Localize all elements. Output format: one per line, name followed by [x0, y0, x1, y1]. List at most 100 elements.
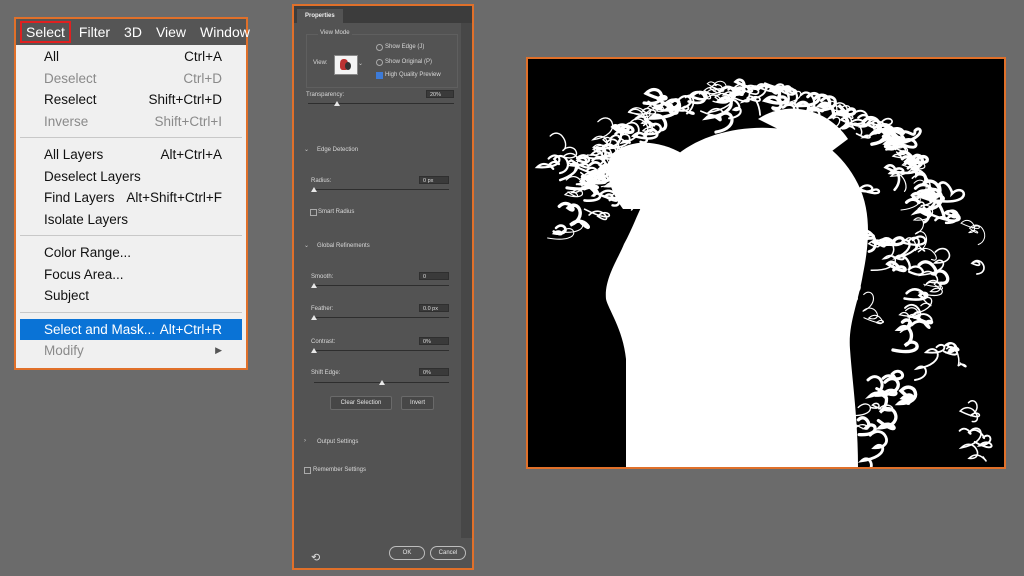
- radius-slider-track[interactable]: [314, 189, 449, 190]
- menubar-3d[interactable]: 3D: [118, 21, 148, 43]
- select-menu-dropdown: All Ctrl+A Deselect Ctrl+D Reselect Shift+Ctr…: [16, 45, 246, 362]
- feather-slider-track[interactable]: [314, 317, 449, 318]
- hair-curl: [958, 400, 981, 423]
- smooth-slider-track[interactable]: [314, 285, 449, 286]
- menu-separator: [20, 311, 242, 313]
- menu-item-isolate-layers[interactable]: Isolate Layers: [20, 209, 242, 231]
- transparency-label: Transparency:: [306, 92, 345, 98]
- menu-item-reselect[interactable]: Reselect Shift+Ctrl+D: [20, 89, 242, 111]
- transparency-slider-track[interactable]: [308, 103, 454, 104]
- output-settings-header[interactable]: Output Settings: [317, 439, 358, 445]
- feather-field[interactable]: 0.0 px: [419, 304, 449, 312]
- clear-selection-button[interactable]: Clear Selection: [330, 396, 392, 410]
- contrast-field[interactable]: 0%: [419, 337, 449, 345]
- cancel-button[interactable]: Cancel: [430, 546, 466, 560]
- global-refinements-header[interactable]: Global Refinements: [317, 243, 370, 249]
- submenu-arrow-icon: ▶: [215, 345, 222, 356]
- hair-curl: [534, 154, 569, 175]
- menu-item-all-layers[interactable]: All Layers Alt+Ctrl+A: [20, 144, 242, 166]
- smooth-slider-thumb[interactable]: [311, 283, 317, 288]
- smart-radius-checkbox[interactable]: [310, 209, 317, 216]
- remember-settings-label: Remember Settings: [313, 467, 367, 473]
- global-refinements-chevron-icon[interactable]: ⌄: [304, 242, 309, 249]
- menu-item-label: Focus Area...: [44, 266, 124, 282]
- invert-button[interactable]: Invert: [401, 396, 434, 410]
- chevron-down-icon[interactable]: ⌄: [358, 60, 363, 67]
- contrast-label: Contrast:: [311, 339, 336, 345]
- menu-item-modify: Modify ▶: [20, 340, 242, 362]
- hair-curl: [960, 220, 986, 246]
- menu-item-inverse: Inverse Shift+Ctrl+I: [20, 111, 242, 133]
- reset-icon[interactable]: ⟲: [311, 551, 320, 564]
- menu-item-deselect-layers[interactable]: Deselect Layers: [20, 166, 242, 188]
- mask-silhouette: [534, 78, 993, 467]
- feather-label: Feather:: [311, 306, 334, 312]
- ok-button[interactable]: OK: [389, 546, 425, 560]
- menubar-filter[interactable]: Filter: [73, 21, 116, 43]
- menu-item-label: Deselect Layers: [44, 168, 141, 184]
- hair-curl: [885, 260, 907, 273]
- show-edge-checkbox[interactable]: [376, 44, 383, 51]
- menu-item-label: Subject: [44, 288, 90, 304]
- menu-item-shortcut: Shift+Ctrl+D: [148, 92, 222, 108]
- menu-item-label: Modify: [44, 343, 84, 359]
- menubar-select[interactable]: Select: [20, 21, 71, 43]
- hair-curl: [903, 288, 929, 301]
- remember-settings-checkbox[interactable]: [304, 467, 311, 474]
- menu-item-all[interactable]: All Ctrl+A: [20, 46, 242, 68]
- menubar-view[interactable]: View: [150, 21, 192, 43]
- radius-label: Radius:: [311, 178, 332, 184]
- menu-item-focus-area[interactable]: Focus Area...: [20, 264, 242, 286]
- hair-curl: [894, 385, 918, 406]
- tab-properties[interactable]: Properties: [297, 9, 343, 23]
- menubar-window[interactable]: Window: [194, 21, 256, 43]
- high-quality-preview-checkbox[interactable]: [376, 72, 383, 79]
- menu-item-color-range[interactable]: Color Range...: [20, 242, 242, 264]
- view-mode-label: View Mode: [318, 30, 352, 36]
- menu-item-find-layers[interactable]: Find Layers Alt+Shift+Ctrl+F: [20, 187, 242, 209]
- show-edge-label: Show Edge (J): [385, 44, 425, 50]
- mask-preview-image: [526, 57, 1006, 469]
- menu-item-label: Deselect: [44, 70, 97, 86]
- view-mode-thumbnail[interactable]: [334, 55, 358, 75]
- hair-curl: [856, 416, 877, 437]
- menu-item-shortcut: Alt+Ctrl+R: [159, 321, 222, 337]
- menu-item-shortcut: Ctrl+D: [183, 70, 222, 86]
- properties-panel: Properties View Mode View: ⌄ Show Edge (…: [292, 4, 474, 570]
- contrast-slider-thumb[interactable]: [311, 348, 317, 353]
- contrast-slider-track[interactable]: [314, 350, 449, 351]
- edge-detection-header[interactable]: Edge Detection: [317, 147, 358, 153]
- properties-scrollbar[interactable]: [461, 23, 472, 538]
- menu-item-shortcut: Shift+Ctrl+I: [154, 113, 222, 129]
- menu-item-shortcut: Alt+Ctrl+A: [160, 147, 222, 163]
- transparency-slider-thumb[interactable]: [334, 101, 341, 106]
- smooth-field[interactable]: 0: [419, 272, 449, 280]
- hair-curl: [583, 208, 611, 221]
- edge-detection-chevron-icon[interactable]: ⌄: [304, 146, 309, 153]
- hair-curl: [857, 430, 888, 467]
- menu-item-shortcut: Alt+Shift+Ctrl+F: [126, 190, 222, 206]
- radius-slider-thumb[interactable]: [311, 187, 317, 192]
- shift-edge-slider-thumb[interactable]: [378, 380, 385, 385]
- menu-item-label: Reselect: [44, 92, 97, 108]
- properties-tabbar: Properties: [294, 6, 472, 23]
- show-original-checkbox[interactable]: [376, 59, 383, 66]
- menu-item-label: Isolate Layers: [44, 211, 129, 227]
- menu-item-subject[interactable]: Subject: [20, 285, 242, 307]
- feather-slider-thumb[interactable]: [311, 315, 317, 320]
- menu-item-label: Color Range...: [44, 245, 132, 261]
- show-original-label: Show Original (P): [385, 59, 433, 65]
- transparency-field[interactable]: 20%: [426, 90, 454, 98]
- hair-curl: [970, 259, 985, 275]
- radius-field[interactable]: 0 px: [419, 176, 449, 184]
- select-menu-screenshot: Select Filter 3D View Window All Ctrl+A De…: [14, 17, 250, 370]
- menu-item-label: All: [44, 49, 60, 65]
- hair-curl: [557, 201, 591, 230]
- menu-separator: [20, 137, 242, 138]
- hair-curl: [881, 369, 904, 381]
- shift-edge-field[interactable]: 0%: [419, 368, 449, 376]
- smart-radius-label: Smart Radius: [318, 209, 355, 215]
- output-settings-chevron-icon[interactable]: ›: [304, 438, 306, 444]
- hair-curl: [862, 291, 884, 325]
- menu-item-select-and-mask[interactable]: Select and Mask... Alt+Ctrl+R: [20, 318, 242, 340]
